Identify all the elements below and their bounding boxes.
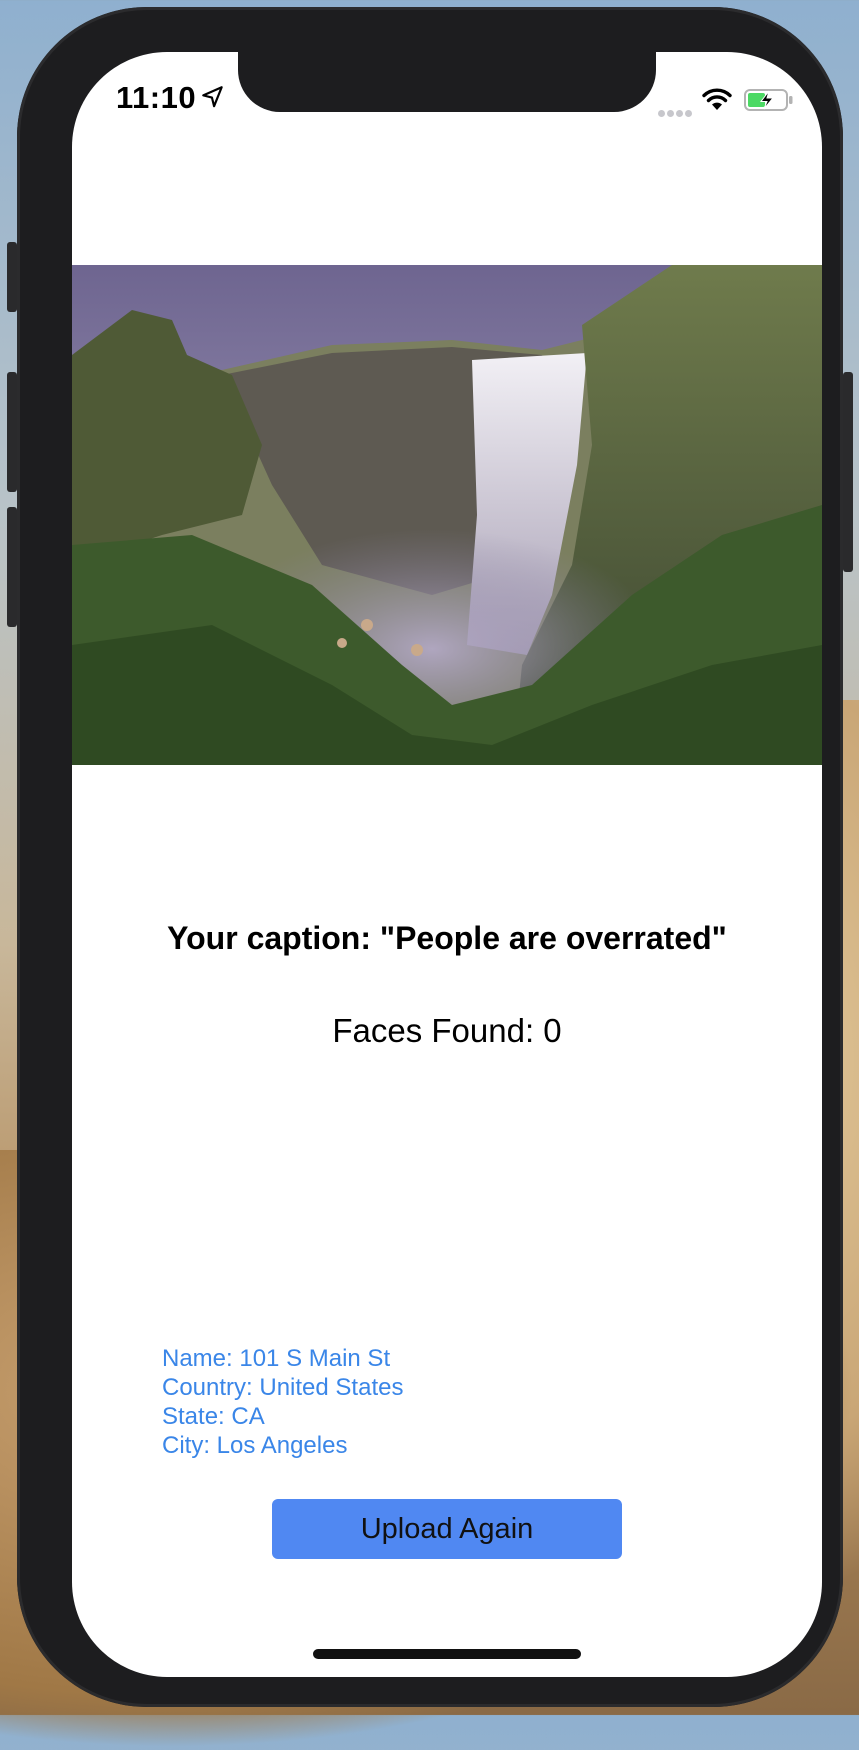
location-country: Country: United States <box>162 1374 404 1401</box>
location-arrow-icon <box>202 86 223 108</box>
wifi-icon <box>702 88 732 110</box>
status-time: 11:10 <box>116 80 197 115</box>
notch <box>238 52 656 112</box>
mute-switch <box>7 242 17 312</box>
volume-down-button <box>7 507 17 627</box>
iphone-frame: 11:10 Your caption: "People are overrate… <box>7 7 853 1707</box>
home-indicator[interactable] <box>313 1649 581 1659</box>
app-screen: 11:10 Your caption: "People are overrate… <box>72 52 822 1677</box>
power-button <box>843 372 853 572</box>
location-name: Name: 101 S Main St <box>162 1345 391 1372</box>
caption-text: Your caption: "People are overrated" <box>167 920 727 956</box>
signal-dots-icon <box>658 104 694 122</box>
upload-again-button[interactable]: Upload Again <box>272 1499 622 1559</box>
location-details: Name: 101 S Main St Country: United Stat… <box>162 1344 403 1460</box>
uploaded-photo <box>72 265 822 765</box>
battery-charging-icon <box>744 89 793 111</box>
location-state: State: CA <box>162 1403 265 1430</box>
faces-found-text: Faces Found: 0 <box>332 1012 562 1049</box>
location-city: City: Los Angeles <box>162 1432 348 1459</box>
volume-up-button <box>7 372 17 492</box>
